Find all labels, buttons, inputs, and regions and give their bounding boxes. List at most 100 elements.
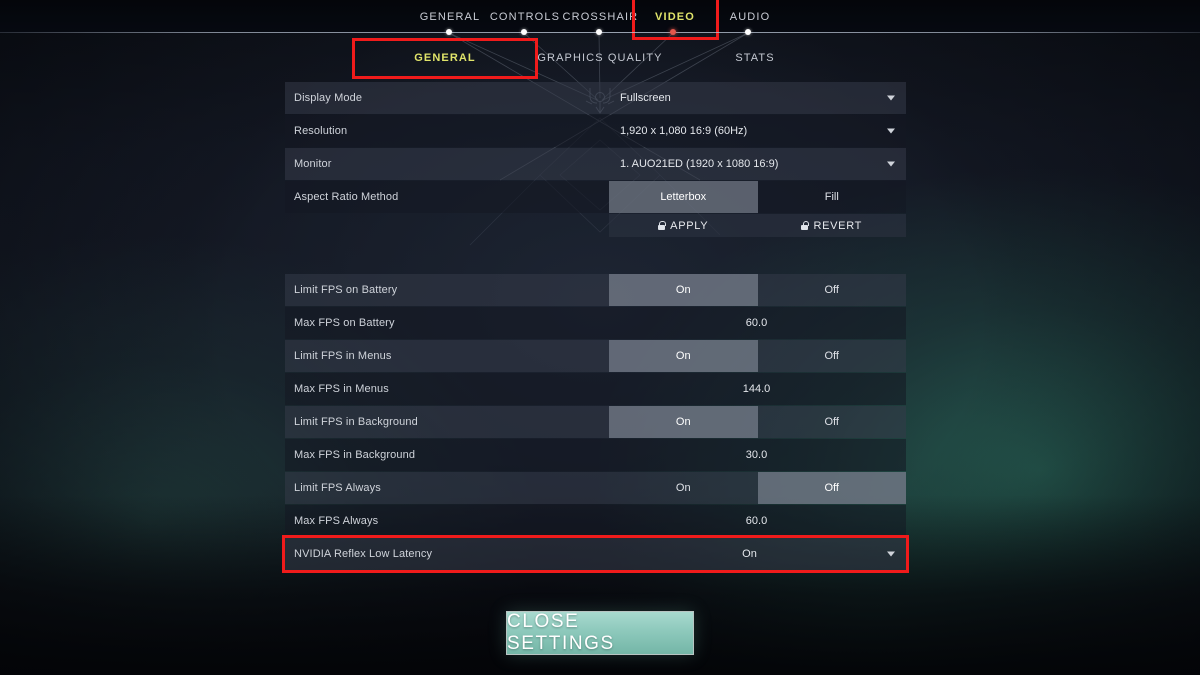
setting-row[interactable]: Max FPS in Menus 144.0 — [285, 373, 906, 405]
chevron-down-icon — [887, 128, 895, 134]
close-settings-button[interactable]: CLOSE SETTINGS — [506, 611, 694, 655]
nav-dot-crosshair — [596, 29, 602, 35]
tab-audio[interactable]: AUDIO — [713, 5, 788, 29]
segment-option[interactable]: Off — [758, 274, 907, 306]
lock-icon — [801, 221, 810, 230]
slider-value[interactable]: 60.0 — [609, 505, 906, 537]
tab-video[interactable]: VIDEO — [631, 0, 719, 40]
segmented-control: On Off — [609, 472, 906, 504]
setting-label: Limit FPS in Background — [294, 416, 418, 428]
setting-label: NVIDIA Reflex Low Latency — [294, 548, 433, 560]
segment-option[interactable]: On — [609, 472, 758, 504]
setting-row[interactable]: Monitor 1. AUO21ED (1920 x 1080 16:9) — [285, 148, 906, 180]
dropdown-value: 1,920 x 1,080 16:9 (60Hz) — [620, 125, 748, 137]
dropdown-value: 1. AUO21ED (1920 x 1080 16:9) — [620, 158, 779, 170]
setting-row[interactable]: Limit FPS in Background On Off — [285, 406, 906, 438]
setting-row[interactable]: Limit FPS in Menus On Off — [285, 340, 906, 372]
chevron-down-icon — [887, 551, 895, 557]
setting-control: Letterbox Fill — [609, 181, 906, 213]
segment-option[interactable]: Off — [758, 340, 907, 372]
subtab-label: GENERAL — [414, 52, 476, 64]
setting-row[interactable]: Resolution 1,920 x 1,080 16:9 (60Hz) — [285, 115, 906, 147]
nav-dot-general — [446, 29, 452, 35]
setting-label: Max FPS in Menus — [294, 383, 389, 395]
setting-control: 144.0 — [609, 373, 906, 405]
setting-control: 60.0 — [609, 505, 906, 537]
subtab-label: STATS — [735, 52, 775, 64]
setting-row[interactable]: Limit FPS Always On Off — [285, 472, 906, 504]
segment-option[interactable]: Off — [757, 472, 906, 504]
setting-control: 1,920 x 1,080 16:9 (60Hz) — [609, 115, 906, 147]
setting-control: 1. AUO21ED (1920 x 1080 16:9) — [609, 148, 906, 180]
apply-button[interactable]: APPLY — [609, 214, 758, 237]
setting-control: On — [609, 538, 906, 570]
nav-dot-audio — [745, 29, 751, 35]
setting-row[interactable]: Max FPS in Background 30.0 — [285, 439, 906, 471]
tab-controls[interactable]: CONTROLS — [488, 5, 563, 29]
tab-label: GENERAL — [419, 10, 481, 23]
subtab-graphics-quality[interactable]: GRAPHICS QUALITY — [510, 47, 690, 69]
setting-label: Resolution — [294, 125, 348, 137]
segmented-control: On Off — [609, 406, 906, 438]
slider-value[interactable]: 30.0 — [609, 439, 906, 471]
tab-label: CROSSHAIR — [562, 10, 639, 23]
segment-option[interactable]: On — [609, 274, 758, 306]
dropdown[interactable]: On — [609, 538, 906, 570]
setting-label: Max FPS on Battery — [294, 317, 395, 329]
setting-label: Limit FPS Always — [294, 482, 381, 494]
apply-button-label: APPLY — [670, 219, 709, 232]
primary-tab-bar[interactable]: GENERAL CONTROLS CROSSHAIR VIDEO AUDIO — [0, 0, 1200, 40]
tab-label: AUDIO — [729, 10, 771, 23]
tab-label: CONTROLS — [489, 10, 561, 23]
setting-row[interactable]: Aspect Ratio Method Letterbox Fill — [285, 181, 906, 213]
apply-revert-bar: APPLY REVERT — [609, 214, 906, 237]
segment-option[interactable]: On — [609, 406, 758, 438]
dropdown-value: On — [742, 548, 757, 560]
setting-label: Monitor — [294, 158, 332, 170]
setting-row[interactable]: NVIDIA Reflex Low Latency On — [282, 535, 909, 573]
tab-general[interactable]: GENERAL — [413, 5, 488, 29]
dropdown[interactable]: 1. AUO21ED (1920 x 1080 16:9) — [609, 148, 906, 180]
chevron-down-icon — [887, 161, 895, 167]
dropdown[interactable]: Fullscreen — [609, 82, 906, 114]
setting-row[interactable]: Display Mode Fullscreen — [285, 82, 906, 114]
segmented-control: Letterbox Fill — [609, 181, 906, 213]
close-settings-label: CLOSE SETTINGS — [507, 611, 615, 654]
setting-control: On Off — [609, 472, 906, 504]
settings-panel: Display Mode Fullscreen Resolution 1,920 x … — [282, 82, 909, 573]
setting-row[interactable]: Max FPS Always 60.0 — [285, 505, 906, 537]
lock-icon — [658, 221, 666, 230]
setting-row[interactable]: Max FPS on Battery 60.0 — [285, 307, 906, 339]
slider-value[interactable]: 144.0 — [609, 373, 906, 405]
segment-option[interactable]: Off — [758, 406, 907, 438]
setting-label: Limit FPS on Battery — [294, 284, 398, 296]
segment-option[interactable]: Letterbox — [609, 181, 758, 213]
dropdown-value: Fullscreen — [620, 92, 671, 104]
nav-dot-video — [670, 29, 676, 35]
setting-control: 60.0 — [609, 307, 906, 339]
setting-label: Max FPS Always — [294, 515, 379, 527]
revert-button[interactable]: REVERT — [758, 214, 907, 237]
subtab-general[interactable]: GENERAL — [352, 38, 538, 79]
segment-option[interactable]: On — [609, 340, 758, 372]
secondary-tab-bar[interactable]: GENERAL GRAPHICS QUALITY STATS — [0, 38, 1200, 79]
setting-control: Fullscreen — [609, 82, 906, 114]
tab-label: VIDEO — [655, 10, 695, 23]
segment-option[interactable]: Fill — [758, 181, 907, 213]
setting-control: 30.0 — [609, 439, 906, 471]
setting-label: Aspect Ratio Method — [294, 191, 399, 203]
footer: CLOSE SETTINGS — [0, 611, 1200, 655]
setting-label: Limit FPS in Menus — [294, 350, 392, 362]
setting-row[interactable]: Limit FPS on Battery On Off — [285, 274, 906, 306]
slider-value[interactable]: 60.0 — [609, 307, 906, 339]
setting-label: Display Mode — [294, 92, 363, 104]
setting-label: Max FPS in Background — [294, 449, 416, 461]
subtab-stats[interactable]: STATS — [690, 47, 820, 69]
dropdown[interactable]: 1,920 x 1,080 16:9 (60Hz) — [609, 115, 906, 147]
tab-crosshair[interactable]: CROSSHAIR — [563, 5, 638, 29]
revert-button-label: REVERT — [813, 219, 863, 232]
settings-screen: GENERAL CONTROLS CROSSHAIR VIDEO AUDIO G… — [0, 0, 1200, 675]
segmented-control: On Off — [609, 274, 906, 306]
segmented-control: On Off — [609, 340, 906, 372]
